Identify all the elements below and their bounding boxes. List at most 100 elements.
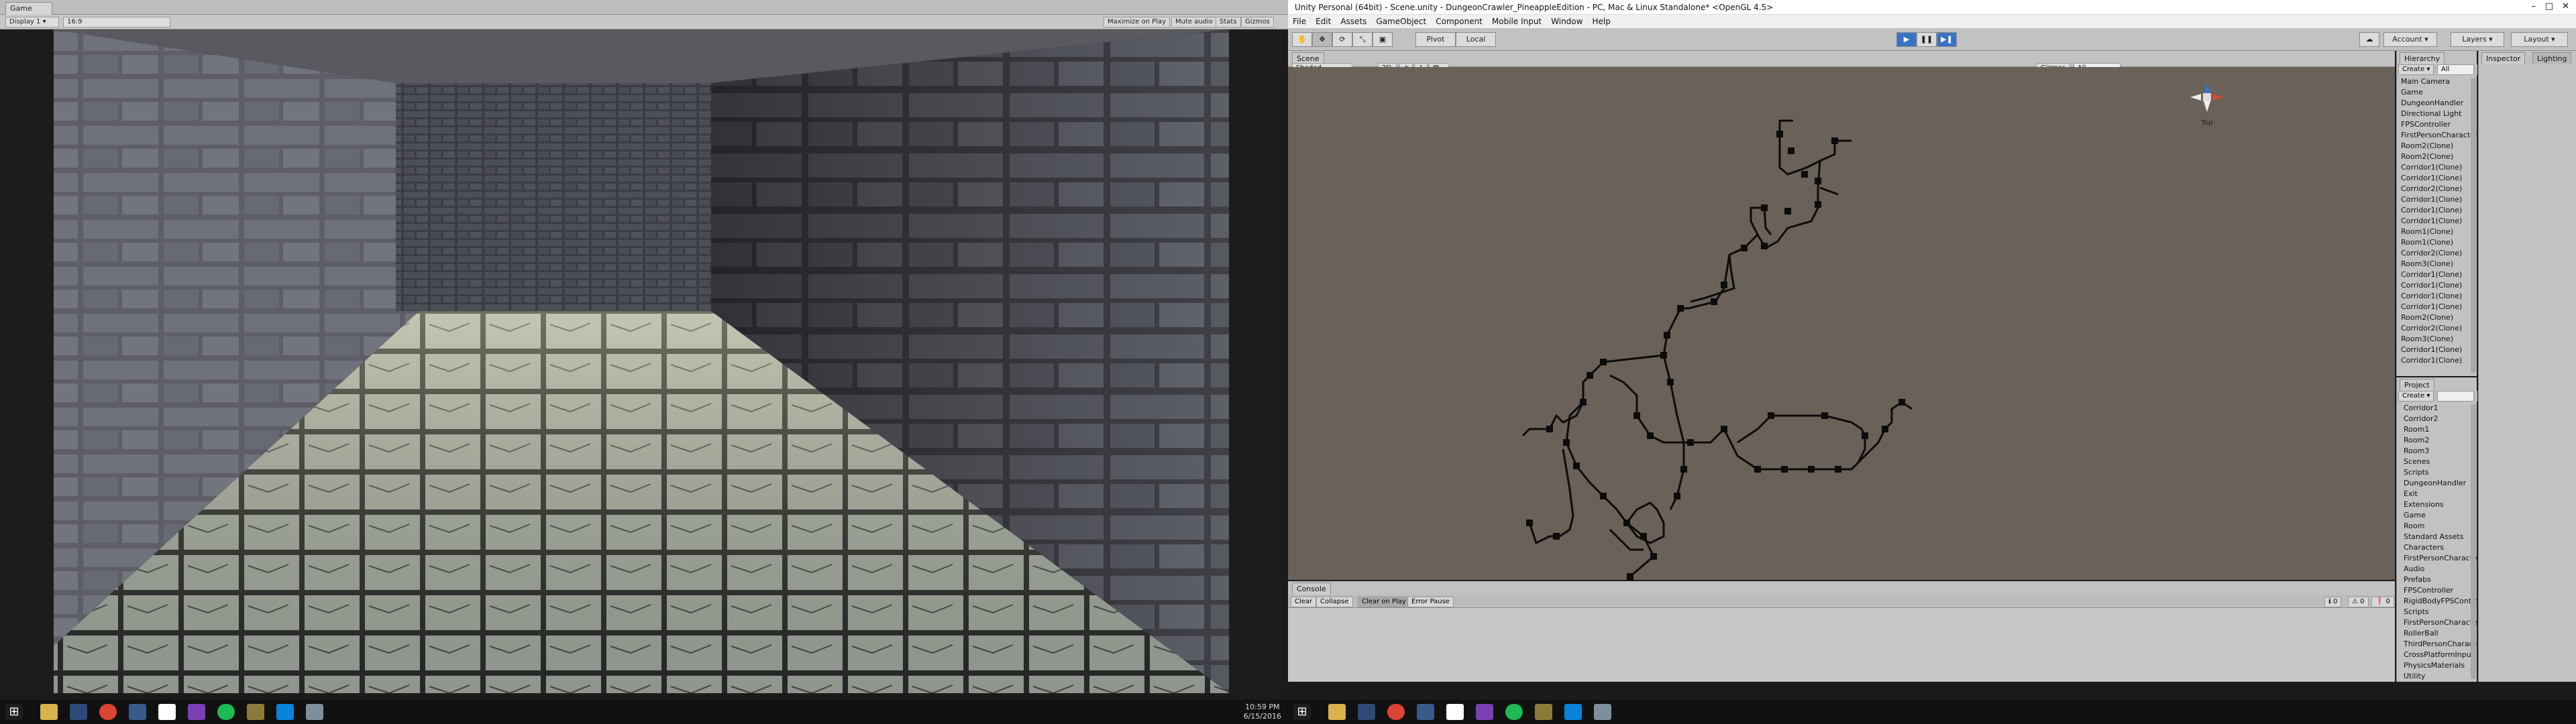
project-scrollbar[interactable] <box>2471 404 2476 679</box>
console-log-area[interactable] <box>1288 608 2395 682</box>
terminal-icon[interactable] <box>70 704 87 720</box>
project-item[interactable]: Utility <box>2404 671 2477 682</box>
console-error-count[interactable]: ❗ 0 <box>2371 597 2395 607</box>
pivot-button[interactable]: Pivot <box>1415 32 1456 47</box>
menu-component[interactable]: Component <box>1431 15 1487 28</box>
visual-studio-icon[interactable] <box>1476 704 1493 720</box>
minecraft-icon[interactable] <box>247 704 264 720</box>
minimize-icon[interactable]: – <box>2532 1 2536 11</box>
hand-tool-icon[interactable]: ✋ <box>1292 32 1312 47</box>
console-clear-on-play-button[interactable]: Clear on Play <box>1358 597 1410 607</box>
chrome-icon[interactable] <box>99 704 117 720</box>
unity-icon[interactable] <box>158 704 176 720</box>
windows-start-icon[interactable]: ⊞ <box>1293 704 1311 720</box>
hierarchy-item[interactable]: Room2(Clone) <box>2401 312 2477 323</box>
steam-icon[interactable] <box>129 704 146 720</box>
skype-icon[interactable] <box>1564 704 1582 720</box>
console-log-count[interactable]: ℹ 0 <box>2324 597 2342 607</box>
project-item[interactable]: FPSController <box>2404 585 2477 596</box>
file-explorer-icon[interactable] <box>40 704 58 720</box>
hierarchy-item[interactable]: Corridor1(Clone) <box>2401 269 2477 280</box>
rect-tool-icon[interactable]: ▣ <box>1373 32 1393 47</box>
project-item[interactable]: FirstPersonCharacterGui <box>2404 617 2477 628</box>
display-dropdown[interactable]: Display 1 ▾ <box>5 17 59 27</box>
app-icon[interactable] <box>1594 704 1611 720</box>
menu-assets[interactable]: Assets <box>1336 15 1371 28</box>
hierarchy-scrollbar[interactable] <box>2471 78 2476 373</box>
hierarchy-item[interactable]: DungeonHandler <box>2401 98 2477 109</box>
menu-help[interactable]: Help <box>1587 15 1615 28</box>
project-item[interactable]: Room <box>2404 521 2477 532</box>
console-error-pause-button[interactable]: Error Pause <box>1407 597 1454 607</box>
project-item[interactable]: Audio <box>2404 564 2477 575</box>
project-item[interactable]: DungeonHandler <box>2404 478 2477 489</box>
hierarchy-item[interactable]: Room3(Clone) <box>2401 259 2477 269</box>
console-collapse-button[interactable]: Collapse <box>1316 597 1353 607</box>
project-item[interactable]: Extensions <box>2404 499 2477 510</box>
project-item[interactable]: Standard Assets <box>2404 532 2477 542</box>
hierarchy-item[interactable]: Corridor1(Clone) <box>2401 205 2477 216</box>
local-button[interactable]: Local <box>1456 32 1496 47</box>
chrome-icon[interactable] <box>1387 704 1405 720</box>
move-tool-icon[interactable]: ✥ <box>1312 32 1332 47</box>
maximize-on-play-button[interactable]: Maximize on Play <box>1104 17 1171 27</box>
play-icon[interactable]: ▶ <box>1896 32 1917 47</box>
app-icon[interactable] <box>306 704 323 720</box>
layers-dropdown[interactable]: Layers ▾ <box>2451 32 2504 47</box>
taskbar-clock[interactable]: 10:59 PM 6/15/2016 <box>1244 703 1281 721</box>
mute-audio-button[interactable]: Mute audio <box>1171 17 1217 27</box>
hierarchy-search-input[interactable]: All <box>2437 64 2474 75</box>
maximize-icon[interactable]: □ <box>2545 1 2553 11</box>
inspector-tab[interactable]: Inspector <box>2481 52 2526 64</box>
spotify-icon[interactable] <box>1505 704 1523 720</box>
aspect-dropdown[interactable]: 16:9 <box>63 17 170 27</box>
hierarchy-item[interactable]: Corridor1(Clone) <box>2401 291 2477 302</box>
console-tab[interactable]: Console <box>1292 583 1331 595</box>
account-dropdown[interactable]: Account ▾ <box>2383 32 2437 47</box>
project-item[interactable]: Corridor2 <box>2404 414 2477 424</box>
project-item[interactable]: Room1 <box>2404 424 2477 435</box>
hierarchy-item[interactable]: Corridor1(Clone) <box>2401 355 2477 366</box>
project-item[interactable]: Scripts <box>2404 467 2477 478</box>
hierarchy-item[interactable]: Room3(Clone) <box>2401 334 2477 345</box>
project-search-input[interactable] <box>2437 391 2474 402</box>
close-icon[interactable]: ✕ <box>2562 1 2569 11</box>
project-item[interactable]: PhysicsMaterials <box>2404 660 2477 671</box>
unity-icon[interactable] <box>1446 704 1464 720</box>
menu-file[interactable]: File <box>1288 15 1311 28</box>
scene-orientation-gizmo[interactable]: Top <box>2184 77 2231 131</box>
windows-start-icon[interactable]: ⊞ <box>5 704 23 720</box>
skype-icon[interactable] <box>276 704 294 720</box>
project-item[interactable]: Prefabs <box>2404 575 2477 585</box>
project-item[interactable]: FirstPersonCharacter <box>2404 553 2477 564</box>
console-clear-button[interactable]: Clear <box>1291 597 1317 607</box>
steam-icon[interactable] <box>1417 704 1434 720</box>
project-item[interactable]: Scenes <box>2404 457 2477 467</box>
project-item[interactable]: RollerBall <box>2404 628 2477 639</box>
menu-edit[interactable]: Edit <box>1311 15 1336 28</box>
layout-dropdown[interactable]: Layout ▾ <box>2511 32 2568 47</box>
hierarchy-item[interactable]: Corridor1(Clone) <box>2401 345 2477 355</box>
hierarchy-tab[interactable]: Hierarchy <box>2400 52 2445 64</box>
hierarchy-item[interactable]: FPSController <box>2401 119 2477 130</box>
hierarchy-item[interactable]: Corridor1(Clone) <box>2401 173 2477 184</box>
hierarchy-item[interactable]: Corridor1(Clone) <box>2401 162 2477 173</box>
project-item[interactable]: Corridor1 <box>2404 403 2477 414</box>
game-viewport[interactable] <box>0 29 1283 693</box>
file-explorer-icon[interactable] <box>1328 704 1346 720</box>
hierarchy-item[interactable]: Game <box>2401 87 2477 98</box>
hierarchy-item[interactable]: Room2(Clone) <box>2401 152 2477 162</box>
terminal-icon[interactable] <box>1358 704 1375 720</box>
hierarchy-item[interactable]: Directional Light <box>2401 109 2477 119</box>
project-item[interactable]: Characters <box>2404 542 2477 553</box>
scene-viewport[interactable]: Top <box>1288 67 2395 580</box>
project-item[interactable]: CrossPlatformInput <box>2404 650 2477 660</box>
project-item[interactable]: RigidBodyFPSControlle <box>2404 596 2477 607</box>
hierarchy-item[interactable]: Corridor1(Clone) <box>2401 216 2477 227</box>
game-tab[interactable]: Game <box>5 2 52 15</box>
hierarchy-item[interactable]: Corridor1(Clone) <box>2401 194 2477 205</box>
project-item[interactable]: Exit <box>2404 489 2477 499</box>
rotate-tool-icon[interactable]: ⟳ <box>1332 32 1352 47</box>
hierarchy-item[interactable]: Corridor1(Clone) <box>2401 302 2477 312</box>
hierarchy-item[interactable]: Corridor2(Clone) <box>2401 184 2477 194</box>
